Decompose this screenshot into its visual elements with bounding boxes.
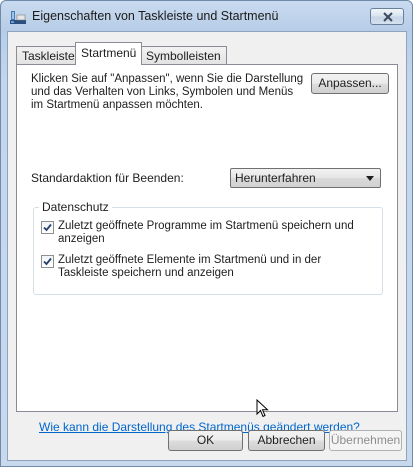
power-action-value: Herunterfahren — [235, 171, 316, 185]
power-action-label: Standardaktion für Beenden: — [31, 171, 184, 185]
recent-items-checkbox[interactable] — [41, 255, 54, 268]
recent-programs-option[interactable]: Zuletzt geöffnete Programme im Startmenü… — [41, 220, 371, 250]
power-action-select[interactable]: Herunterfahren — [230, 168, 381, 188]
tab-panel: Klicken Sie auf "Anpassen", wenn Sie die… — [16, 64, 398, 434]
cancel-button[interactable]: Abbrechen — [248, 430, 325, 451]
taskbar-properties-icon — [10, 10, 26, 24]
apply-button[interactable]: Übernehmen — [329, 430, 402, 451]
dialog-client: Taskleiste Startmenü Symbolleisten Klick… — [7, 31, 407, 461]
ok-button[interactable]: OK — [168, 430, 243, 451]
tab-symbolleisten[interactable]: Symbolleisten — [140, 46, 227, 64]
mouse-cursor-icon — [256, 399, 269, 418]
recent-items-option[interactable]: Zuletzt geöffnete Elemente im Startmenü … — [41, 254, 371, 284]
customize-button[interactable]: Anpassen... — [311, 73, 389, 94]
window-title: Eigenschaften von Taskleiste und Startme… — [32, 9, 279, 23]
description-text: Klicken Sie auf "Anpassen", wenn Sie die… — [31, 73, 304, 111]
recent-items-label: Zuletzt geöffnete Elemente im Startmenü … — [58, 254, 322, 279]
checkmark-icon — [43, 257, 52, 266]
checkmark-icon — [43, 223, 52, 232]
close-button[interactable] — [370, 8, 404, 25]
title-bar[interactable]: Eigenschaften von Taskleiste und Startme… — [1, 1, 412, 31]
dialog-window: Eigenschaften von Taskleiste und Startme… — [0, 0, 413, 467]
recent-programs-label: Zuletzt geöffnete Programme im Startmenü… — [58, 220, 354, 245]
privacy-group-title: Datenschutz — [39, 200, 112, 214]
tab-taskleiste[interactable]: Taskleiste — [16, 46, 81, 64]
tab-startmenu[interactable]: Startmenü — [75, 42, 143, 65]
chevron-down-icon — [366, 176, 374, 181]
close-icon — [383, 12, 393, 22]
recent-programs-checkbox[interactable] — [41, 221, 54, 234]
